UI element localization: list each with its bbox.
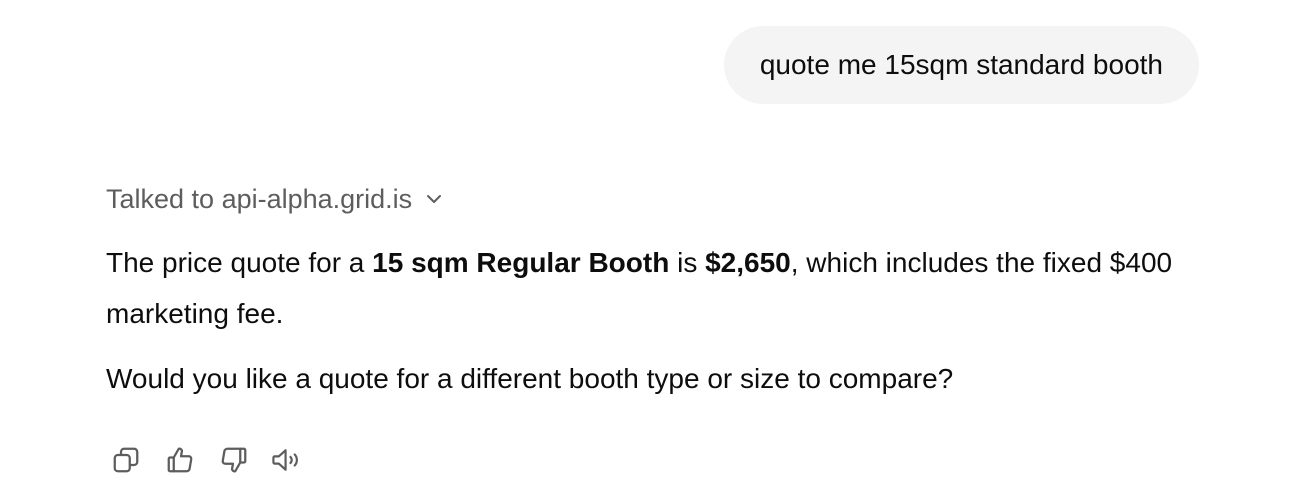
message-actions — [106, 440, 1186, 480]
assistant-paragraph-quote: The price quote for a 15 sqm Regular Boo… — [106, 237, 1186, 339]
user-message-row: quote me 15sqm standard booth — [723, 26, 1199, 104]
read-aloud-button[interactable] — [268, 440, 308, 480]
quote-text-1: The price quote for a — [106, 247, 373, 278]
assistant-paragraph-followup: Would you like a quote for a different b… — [106, 363, 954, 394]
copy-button[interactable] — [106, 440, 146, 480]
thumbs-down-button[interactable] — [214, 440, 254, 480]
tool-call-label: Talked to api-alpha.grid.is — [106, 183, 413, 214]
thumbs-up-icon — [165, 445, 195, 475]
booth-type-bold: 15 sqm Regular Booth — [372, 247, 670, 278]
thumbs-up-button[interactable] — [160, 440, 200, 480]
assistant-message: Talked to api-alpha.grid.is The price qu… — [106, 178, 1186, 480]
copy-icon — [111, 445, 141, 475]
user-message-bubble: quote me 15sqm standard booth — [723, 26, 1199, 104]
tool-call-toggle[interactable]: Talked to api-alpha.grid.is — [106, 178, 1186, 220]
price-bold: $2,650 — [705, 247, 791, 278]
thumbs-down-icon — [219, 445, 249, 475]
quote-text-2: is — [669, 247, 706, 278]
read-aloud-icon — [271, 445, 305, 475]
chevron-down-icon — [424, 189, 444, 209]
